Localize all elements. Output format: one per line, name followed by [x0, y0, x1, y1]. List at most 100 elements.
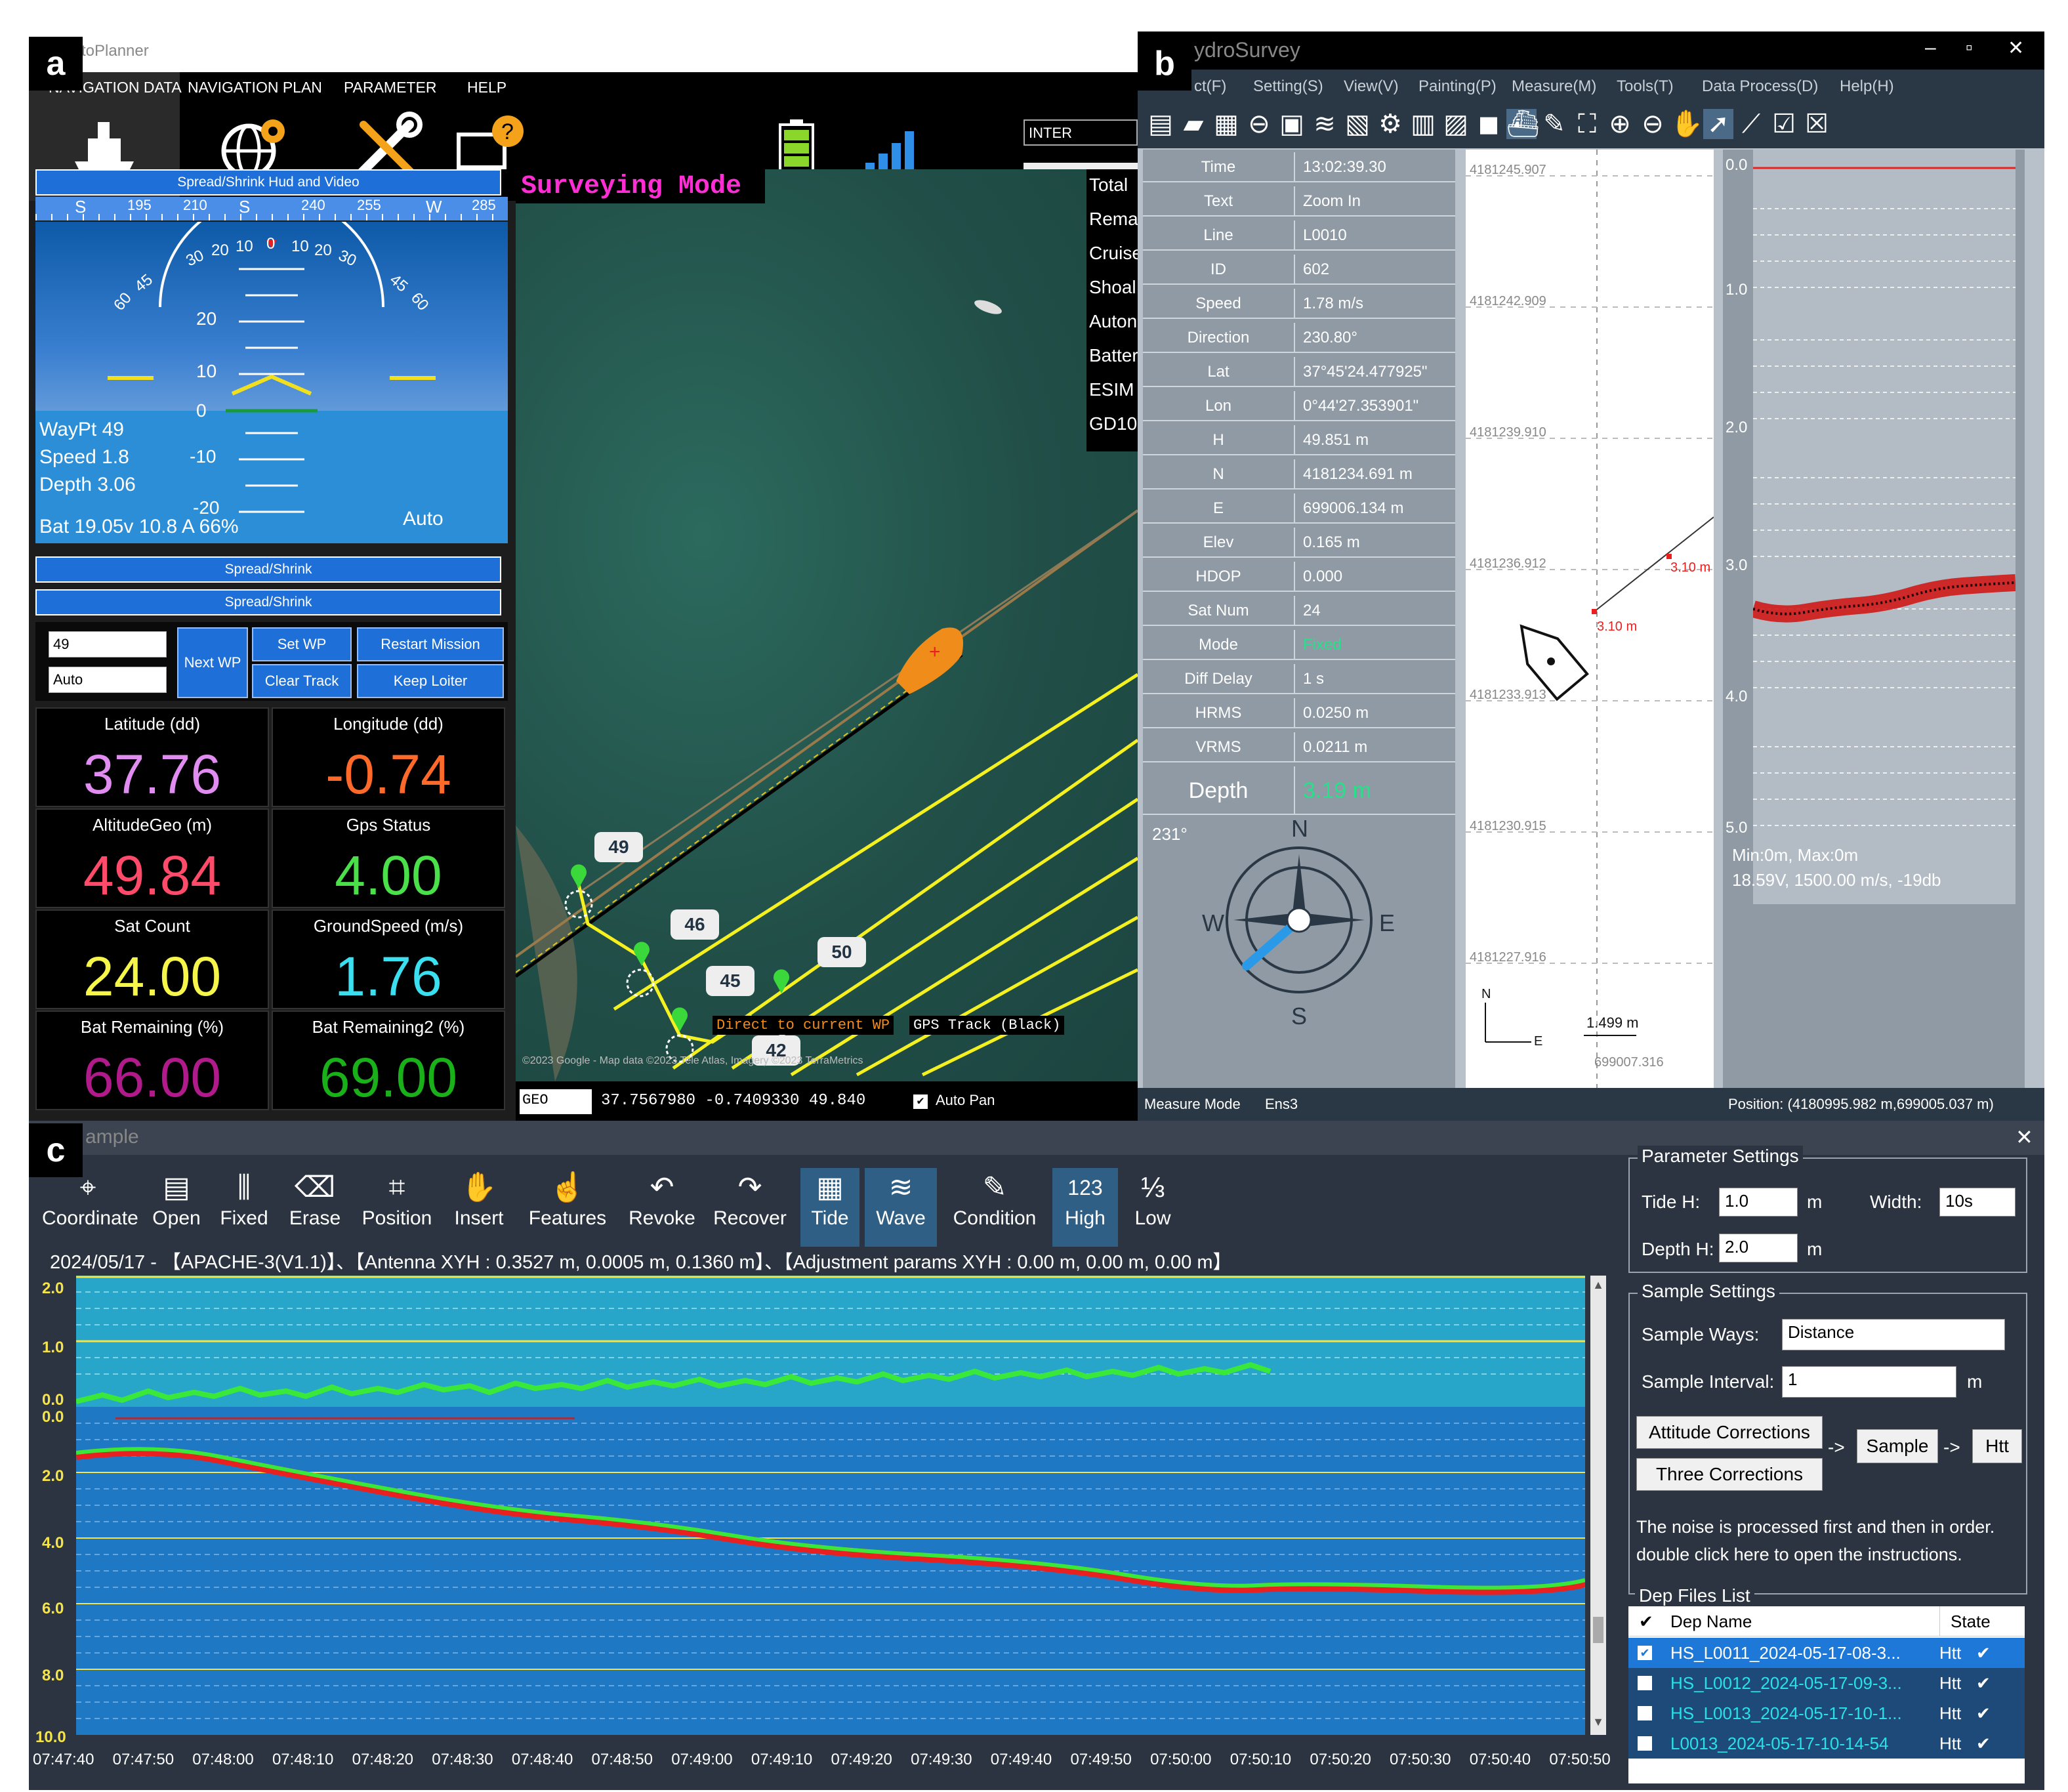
menu-item-help[interactable]: Help(H): [1840, 77, 1894, 96]
keep-loiter-button[interactable]: Keep Loiter: [357, 664, 504, 698]
pencil-icon[interactable]: ✎: [1539, 109, 1569, 139]
row-checkbox[interactable]: [1638, 1706, 1652, 1720]
satellite-map[interactable]: Surveying Mode + 49 46 50 45 42 Direct t…: [516, 169, 1138, 1081]
telemetry-label: Latitude (dd): [104, 714, 200, 734]
image-icon[interactable]: ▣: [1277, 109, 1307, 139]
tool-revoke[interactable]: ↶ Revoke: [622, 1168, 702, 1247]
tide-h-select[interactable]: 1.0: [1719, 1188, 1798, 1217]
menu-item-painting[interactable]: Painting(P): [1418, 77, 1497, 96]
edit-doc-icon[interactable]: ▧: [1342, 109, 1373, 139]
attitude-corrections-button[interactable]: Attitude Corrections: [1636, 1416, 1823, 1449]
survey-mode-icon[interactable]: ⛴: [1506, 109, 1540, 139]
restart-mission-button[interactable]: Restart Mission: [357, 627, 504, 661]
maximize-button[interactable]: ▫: [1966, 37, 1973, 59]
zoom-out-icon[interactable]: ⊖: [1638, 109, 1668, 139]
row-checkbox[interactable]: [1638, 1736, 1652, 1751]
coord-system-select[interactable]: GEO: [520, 1089, 592, 1114]
close-button[interactable]: ✕: [2016, 1125, 2033, 1150]
menu-item-tools[interactable]: Tools(T): [1617, 77, 1674, 96]
tool-fixed[interactable]: ⫼ Fixed: [211, 1168, 277, 1247]
set-wp-button[interactable]: Set WP: [252, 627, 352, 661]
menu-parameter[interactable]: PARAMETER: [344, 79, 436, 96]
col-state[interactable]: State: [1939, 1606, 1991, 1636]
edit-box-icon[interactable]: ☑: [1769, 109, 1799, 139]
ruler-icon[interactable]: ⟋: [1736, 109, 1766, 139]
spread-shrink-button-1[interactable]: Spread/Shrink: [35, 556, 501, 583]
tool-recover[interactable]: ↷ Recover: [707, 1168, 793, 1247]
waypoint-marker[interactable]: 50: [817, 937, 866, 967]
pointer-icon[interactable]: ➚: [1703, 109, 1733, 139]
waypoint-marker[interactable]: 45: [706, 966, 755, 996]
echogram-panel[interactable]: 0.0 1.0 2.0 3.0 4.0 5.0 Min:0m, Max:0m 1…: [1723, 150, 2025, 1088]
depth-h-select[interactable]: 2.0: [1719, 1234, 1798, 1262]
scroll-thumb[interactable]: [1593, 1617, 1603, 1643]
depth-plot[interactable]: [76, 1407, 1585, 1735]
telemetry-value: 69.00: [319, 1047, 458, 1108]
check-edit-icon[interactable]: ☒: [1802, 109, 1832, 139]
track-view[interactable]: 4181245.907 4181242.909 4181239.910 4181…: [1466, 150, 1714, 1088]
row-checkbox[interactable]: [1638, 1676, 1652, 1690]
fit-screen-icon[interactable]: ⛶: [1572, 109, 1602, 139]
open-folder-icon[interactable]: ▰: [1178, 109, 1209, 139]
export-icon[interactable]: ▨: [1441, 109, 1471, 139]
scroll-down-icon[interactable]: ▼: [1592, 1715, 1605, 1731]
list-item[interactable]: HS_L0012_2024-05-17-09-3... Htt ✔: [1628, 1668, 2025, 1698]
sample-button[interactable]: Sample: [1857, 1429, 1938, 1463]
menu-item-setting[interactable]: Setting(S): [1253, 77, 1323, 96]
tool-coordinate[interactable]: ⌖ Coordinate: [42, 1168, 138, 1247]
pan-hand-icon[interactable]: ✋: [1670, 109, 1703, 139]
settings-icon[interactable]: ⚙: [1375, 109, 1405, 139]
import-icon[interactable]: ▤: [1146, 109, 1176, 139]
menu-item-project[interactable]: ct(F): [1194, 77, 1226, 96]
menu-item-data-process[interactable]: Data Process(D): [1702, 77, 1818, 96]
width-select[interactable]: 10s: [1939, 1188, 2016, 1217]
list-item[interactable]: L0013_2024-05-17-10-14-54 Htt ✔: [1628, 1728, 2025, 1759]
auto-pan-checkbox[interactable]: ✔: [913, 1094, 928, 1109]
menu-navigation-plan[interactable]: NAVIGATION PLAN: [188, 79, 322, 96]
waypoint-marker[interactable]: 46: [671, 909, 719, 940]
sample-interval-input[interactable]: 1: [1782, 1366, 1956, 1398]
tool-tide[interactable]: ▦ Tide: [800, 1168, 859, 1247]
waypoint-select[interactable]: 49: [49, 631, 167, 657]
htt-button[interactable]: Htt: [1972, 1429, 2022, 1463]
tool-wave[interactable]: ≋ Wave: [865, 1168, 937, 1247]
open-icon: ▤: [163, 1171, 190, 1203]
list-item[interactable]: HS_L0013_2024-05-17-10-1... Htt ✔: [1628, 1698, 2025, 1728]
record-icon[interactable]: ◼: [1474, 109, 1504, 139]
connection-type-select[interactable]: INTER: [1024, 119, 1138, 146]
waypoint-marker[interactable]: 49: [594, 832, 643, 862]
save-icon[interactable]: ▦: [1211, 109, 1241, 139]
tool-low[interactable]: ⅓ Low: [1123, 1168, 1182, 1247]
col-dep-name[interactable]: Dep Name: [1670, 1606, 1752, 1636]
wave-lines-icon[interactable]: ≋: [1310, 109, 1340, 139]
mode-select[interactable]: Auto: [49, 667, 167, 693]
tool-erase[interactable]: ⌫ Erase: [282, 1168, 348, 1247]
row-checkbox[interactable]: ✔: [1638, 1646, 1652, 1660]
next-wp-button[interactable]: Next WP: [177, 627, 248, 698]
clear-track-button[interactable]: Clear Track: [252, 664, 352, 698]
tool-features[interactable]: ☝ Features: [518, 1168, 617, 1247]
three-corrections-button[interactable]: Three Corrections: [1636, 1458, 1823, 1491]
tool-high[interactable]: 123 High: [1052, 1168, 1118, 1247]
instructions-link[interactable]: double click here to open the instructio…: [1636, 1545, 1962, 1565]
check-all-icon[interactable]: ✔: [1639, 1606, 1653, 1636]
tool-condition[interactable]: ✎ Condition: [942, 1168, 1047, 1247]
link-icon[interactable]: ⊖: [1244, 109, 1274, 139]
spread-hud-button[interactable]: Spread/Shrink Hud and Video: [35, 169, 501, 196]
tool-insert[interactable]: ✋ Insert: [446, 1168, 512, 1247]
list-item[interactable]: ✔ HS_L0011_2024-05-17-08-3... Htt ✔: [1628, 1638, 2025, 1668]
spread-shrink-button-2[interactable]: Spread/Shrink: [35, 589, 501, 615]
print-icon[interactable]: ▥: [1408, 109, 1438, 139]
menu-item-measure[interactable]: Measure(M): [1512, 77, 1596, 96]
tool-open[interactable]: ▤ Open: [147, 1168, 206, 1247]
sample-ways-select[interactable]: Distance: [1782, 1319, 2005, 1350]
zoom-in-icon[interactable]: ⊕: [1605, 109, 1635, 139]
minimize-button[interactable]: –: [1925, 37, 1936, 59]
tool-position[interactable]: ⌗ Position: [353, 1168, 441, 1247]
vertical-scrollbar[interactable]: ▲ ▼: [1590, 1276, 1606, 1735]
close-button[interactable]: ✕: [2008, 37, 2024, 60]
scroll-up-icon[interactable]: ▲: [1592, 1278, 1605, 1294]
menu-item-view[interactable]: View(V): [1344, 77, 1399, 96]
tide-plot[interactable]: [76, 1276, 1585, 1407]
menu-help[interactable]: HELP: [467, 79, 507, 96]
